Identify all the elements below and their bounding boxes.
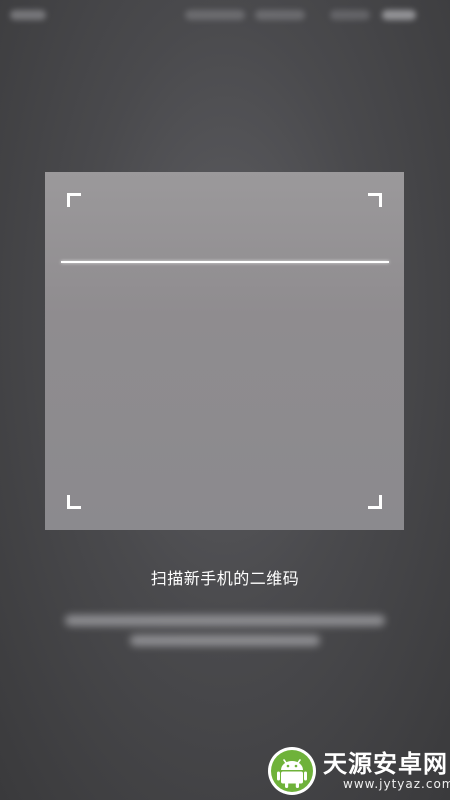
status-network-blur	[185, 10, 245, 20]
status-bar	[0, 0, 450, 30]
blurred-text-line	[130, 635, 320, 646]
status-wifi-blur	[330, 10, 370, 20]
android-robot-icon	[268, 747, 316, 795]
status-time-blur	[10, 10, 46, 20]
watermark-url: www.jytyaz.com	[343, 777, 450, 791]
blurred-text-line	[65, 615, 385, 626]
qr-scan-screen: 扫描新手机的二维码 天源安卓网 www.jytyaz.com	[0, 0, 450, 800]
frame-corner-bottom-right	[368, 495, 382, 509]
battery-icon	[382, 10, 416, 20]
frame-corner-top-right	[368, 193, 382, 207]
frame-corner-bottom-left	[67, 495, 81, 509]
scan-description-blurred	[0, 615, 450, 655]
frame-corner-top-left	[67, 193, 81, 207]
scan-line	[61, 261, 389, 263]
watermark: 天源安卓网 www.jytyaz.com	[235, 738, 450, 800]
qr-scan-frame	[45, 172, 404, 530]
watermark-brand: 天源安卓网	[323, 749, 448, 778]
scan-instruction: 扫描新手机的二维码	[150, 569, 300, 588]
status-signal-blur	[255, 10, 305, 20]
